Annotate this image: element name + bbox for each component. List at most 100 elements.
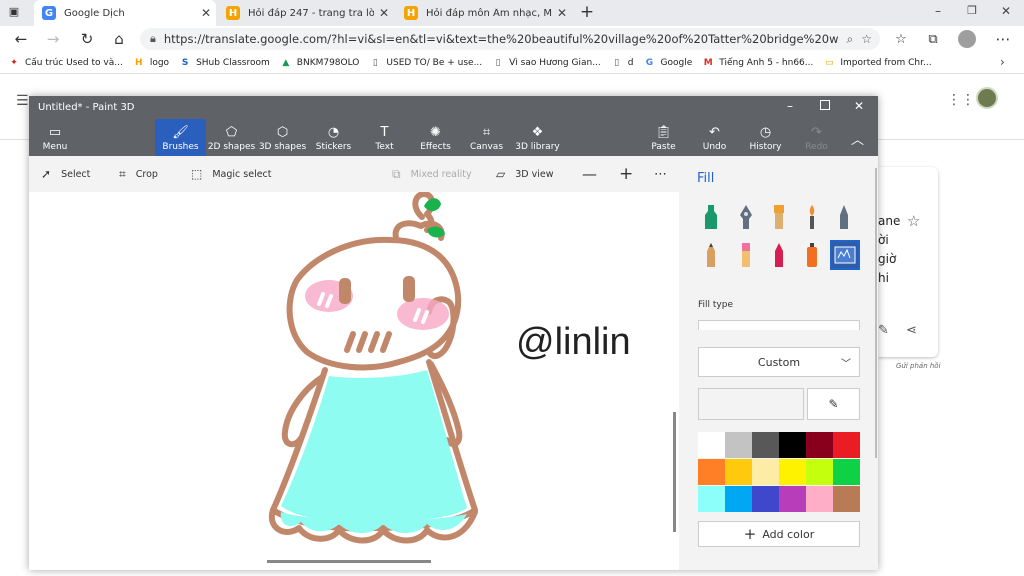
tool-3d-library[interactable]: ❖ 3D library xyxy=(512,119,563,156)
zoom-in-button[interactable]: + xyxy=(619,156,633,192)
tab-actions-icon[interactable]: ▣ xyxy=(6,5,22,21)
palette-swatch[interactable] xyxy=(752,459,779,485)
palette-swatch[interactable] xyxy=(806,432,833,458)
palette-swatch[interactable] xyxy=(698,486,725,512)
collections-icon[interactable]: ☆ xyxy=(886,26,916,52)
new-tab-button[interactable]: + xyxy=(578,3,596,21)
tool-stickers[interactable]: ◔ Stickers xyxy=(308,119,359,156)
paste-button[interactable]: 📋︎ Paste xyxy=(638,119,689,156)
restore-browser-button[interactable]: ❐ xyxy=(964,4,980,17)
zoom-out-button[interactable]: — xyxy=(582,156,597,192)
bookmark-drive[interactable]: ▲ BNKM798OLO xyxy=(280,57,359,69)
select-button[interactable]: ➚ Select xyxy=(41,156,90,192)
minimize-browser-button[interactable]: – xyxy=(930,4,946,18)
pixel-pen-icon[interactable] xyxy=(831,202,857,232)
hamburger-menu-icon[interactable]: ☰ xyxy=(16,93,29,109)
crop-button[interactable]: ⌗ Crop xyxy=(119,156,158,192)
palette-swatch[interactable] xyxy=(833,459,860,485)
palette-swatch[interactable] xyxy=(833,432,860,458)
close-tab-icon[interactable]: ✕ xyxy=(552,6,572,20)
palette-swatch[interactable] xyxy=(725,432,752,458)
back-arrow-icon[interactable]: ← xyxy=(6,26,36,52)
pencil-icon[interactable] xyxy=(698,240,724,270)
oil-brush-icon[interactable] xyxy=(766,202,792,232)
history-button[interactable]: ◷ History xyxy=(740,119,791,156)
close-browser-button[interactable]: ✕ xyxy=(998,4,1014,18)
apps-grid-icon[interactable]: ⋮⋮ xyxy=(947,92,975,108)
tool-canvas[interactable]: ⌗ Canvas xyxy=(461,119,512,156)
redo-button[interactable]: ↷ Redo xyxy=(791,119,842,156)
edit-pencil-icon[interactable]: ✎ xyxy=(878,323,889,338)
spray-can-icon[interactable] xyxy=(799,240,825,270)
palette-swatch[interactable] xyxy=(698,459,725,485)
fill-type-selector[interactable] xyxy=(698,320,860,330)
more-options-icon[interactable]: ⋯ xyxy=(654,156,667,192)
tab-hoidap-247[interactable]: H Hỏi đáp 247 - trang tra lời ✕ xyxy=(218,0,394,26)
bookmark-shub[interactable]: S SHub Classroom xyxy=(179,57,270,69)
bookmark-used-to-be[interactable]: ▯ USED TO/ Be + use... xyxy=(369,57,482,69)
close-button[interactable]: ✕ xyxy=(854,99,864,113)
palette-swatch[interactable] xyxy=(779,486,806,512)
horizontal-scrollbar[interactable] xyxy=(267,560,431,563)
bookmark-imported[interactable]: ▭ Imported from Chr... xyxy=(823,57,932,69)
bookmark-d[interactable]: ▯ d xyxy=(611,57,633,69)
close-tab-icon[interactable]: ✕ xyxy=(196,6,216,20)
star-icon[interactable]: ☆ xyxy=(907,212,920,230)
profile-avatar[interactable] xyxy=(958,30,976,48)
palette-swatch[interactable] xyxy=(806,459,833,485)
refresh-icon[interactable]: ↻ xyxy=(72,26,102,52)
palette-swatch[interactable] xyxy=(806,486,833,512)
palette-swatch[interactable] xyxy=(779,432,806,458)
bookmark-google[interactable]: G Google xyxy=(644,57,692,69)
tool-2d-shapes[interactable]: ⬠ 2D shapes xyxy=(206,119,257,156)
chevron-right-icon[interactable]: › xyxy=(1000,55,1005,69)
palette-swatch[interactable] xyxy=(752,486,779,512)
palette-swatch[interactable] xyxy=(698,432,725,458)
marker-icon[interactable] xyxy=(698,202,724,232)
maximize-button[interactable] xyxy=(820,100,830,110)
bookmark-vi-sao[interactable]: ▯ Vì sao Hương Gian... xyxy=(492,57,601,69)
menu-button[interactable]: ▭ Menu xyxy=(29,119,81,156)
tool-text[interactable]: T Text xyxy=(359,119,410,156)
mixed-reality-button[interactable]: ⧉ Mixed reality xyxy=(392,156,472,192)
more-menu-icon[interactable]: ⋯ xyxy=(988,26,1018,52)
bookmark-logo[interactable]: Hlogo xyxy=(133,57,169,69)
share-icon[interactable]: ⋖ xyxy=(906,323,917,338)
fill-bucket-icon[interactable] xyxy=(830,240,860,270)
crayon-icon[interactable] xyxy=(766,240,792,270)
minimize-button[interactable]: – xyxy=(787,99,793,113)
collapse-chevron-icon[interactable]: ︿ xyxy=(851,129,864,148)
palette-swatch[interactable] xyxy=(752,432,779,458)
tool-3d-shapes[interactable]: ⬡ 3D shapes xyxy=(257,119,308,156)
tab-google-dich[interactable]: G Google Dịch ✕ xyxy=(34,0,216,26)
vertical-scrollbar[interactable] xyxy=(673,412,676,532)
magic-select-button[interactable]: ⬚ Magic select xyxy=(191,156,272,192)
search-icon[interactable]: ⌕ xyxy=(847,32,854,47)
palette-swatch[interactable] xyxy=(725,486,752,512)
palette-swatch[interactable] xyxy=(725,459,752,485)
watercolor-brush-icon[interactable] xyxy=(799,202,825,232)
undo-button[interactable]: ↶ Undo xyxy=(689,119,740,156)
panel-scrollbar[interactable] xyxy=(875,168,877,458)
bookmark-used-to[interactable]: ✦ Cấu trúc Used to và... xyxy=(8,57,123,69)
add-color-button[interactable]: + Add color xyxy=(698,521,860,547)
tool-brushes[interactable]: 🖌︎ Brushes xyxy=(155,119,206,156)
color-dropdown[interactable]: Custom ﹀ xyxy=(698,347,860,377)
send-feedback-link[interactable]: Gửi phản hồi xyxy=(896,362,941,370)
tab-hoidap-am-nhac[interactable]: H Hỏi đáp môn Âm nhạc, Mỹ thuật ✕ xyxy=(396,0,572,26)
palette-swatch[interactable] xyxy=(779,459,806,485)
forward-arrow-icon[interactable]: → xyxy=(38,26,68,52)
account-avatar[interactable] xyxy=(976,87,998,109)
drawing-canvas[interactable]: @linlin xyxy=(29,192,679,570)
3d-view-button[interactable]: ▱ 3D view xyxy=(496,156,554,192)
tool-effects[interactable]: ✺ Effects xyxy=(410,119,461,156)
eyedropper-icon[interactable]: ✎ xyxy=(807,388,860,420)
bookmark-tieng-anh[interactable]: M Tiếng Anh 5 - hn66... xyxy=(702,57,814,69)
home-icon[interactable]: ⌂ xyxy=(104,26,134,52)
eraser-icon[interactable] xyxy=(733,240,759,270)
close-tab-icon[interactable]: ✕ xyxy=(374,6,394,20)
palette-swatch[interactable] xyxy=(833,486,860,512)
url-input[interactable]: 🔒︎ https://translate.google.com/?hl=vi&s… xyxy=(140,28,880,50)
current-color-swatch[interactable] xyxy=(698,388,804,420)
favorite-star-icon[interactable]: ☆ xyxy=(861,32,872,46)
